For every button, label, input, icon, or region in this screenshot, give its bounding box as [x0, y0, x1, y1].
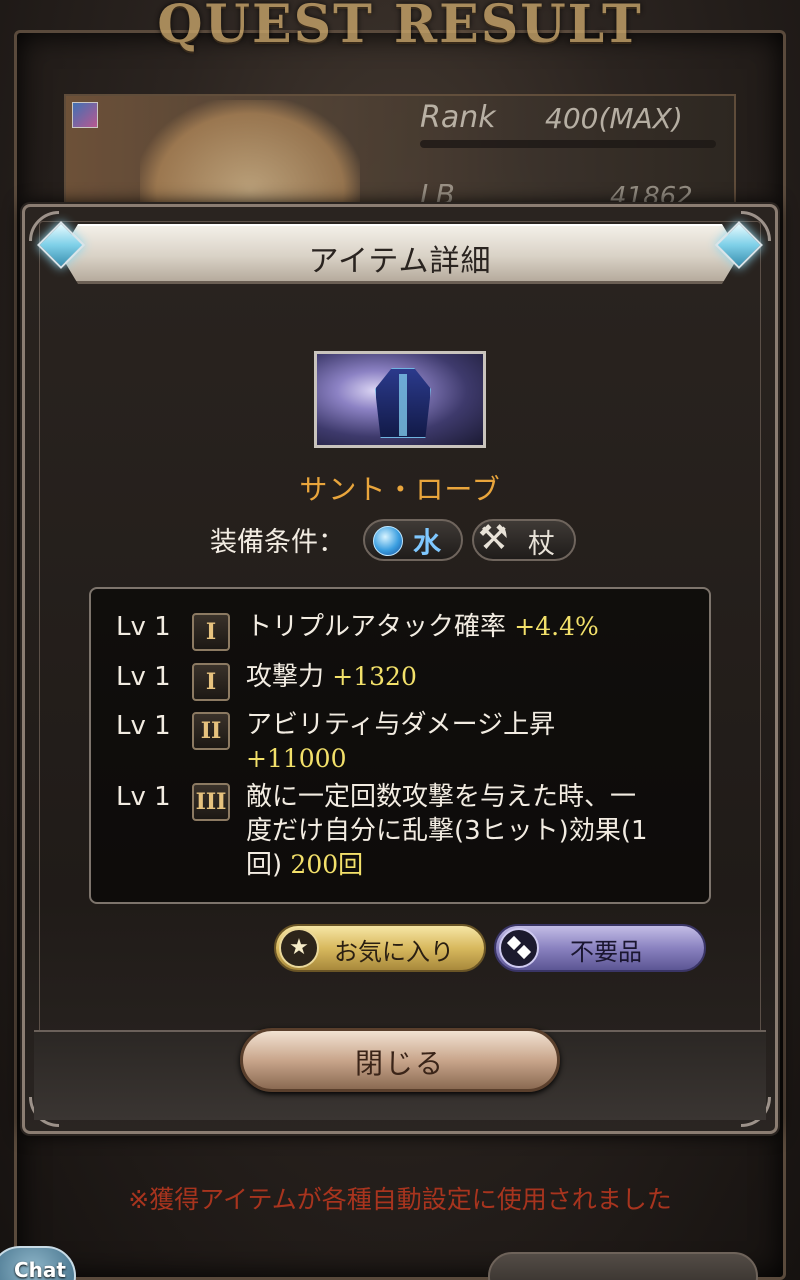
- weapon-label: 杖: [528, 529, 555, 560]
- skill-tier-badge: I: [192, 613, 230, 651]
- item-image: [314, 351, 486, 448]
- skill-name-line-end: 回): [246, 850, 283, 880]
- rank-bar: [420, 140, 716, 148]
- auto-setting-button[interactable]: [488, 1252, 758, 1280]
- water-element-icon: [373, 526, 403, 556]
- class-badge-icon: [72, 102, 98, 128]
- skill-name: アビリティ与ダメージ上昇: [246, 710, 556, 740]
- quest-result-title: QUEST RESULT: [157, 0, 643, 55]
- skill-name: 攻撃力: [246, 662, 325, 692]
- staff-icon: ⚒: [478, 518, 509, 558]
- close-label[interactable]: 閉じる: [240, 1042, 560, 1082]
- rank-value: 400(MAX): [545, 102, 683, 135]
- star-icon[interactable]: ★: [279, 928, 319, 968]
- skill-row: トリプルアタック確率 +4.4%: [246, 610, 599, 644]
- equip-condition-label: 装備条件：: [210, 527, 345, 558]
- skill-level: Lv 1: [116, 782, 171, 812]
- robe-trim: [399, 374, 407, 436]
- skill-value: 200回: [290, 850, 364, 879]
- item-name: サント・ローブ: [299, 473, 501, 506]
- skill-level: Lv 1: [116, 662, 171, 692]
- element-label: 水: [413, 526, 442, 559]
- dialog-title: アイテム詳細: [308, 244, 492, 279]
- skill-row: 攻撃力 +1320: [246, 660, 417, 694]
- auto-setting-notice: ※獲得アイテムが各種自動設定に使用されました: [128, 1185, 672, 1214]
- skill-name: トリプルアタック確率: [246, 612, 507, 642]
- skill-name-line: 敵に一定回数攻撃を与えた時、一: [246, 782, 637, 812]
- skill-tier-badge: III: [192, 783, 230, 821]
- skill-row: 敵に一定回数攻撃を与えた時、一 度だけ自分に乱撃(3ヒット)効果(1 回) 20…: [246, 780, 648, 882]
- skill-value: +4.4%: [514, 612, 599, 641]
- skill-name-line: 回) 200回: [246, 848, 648, 882]
- chat-label[interactable]: Chat: [14, 1258, 66, 1280]
- skill-tier-badge: I: [192, 663, 230, 701]
- skill-tier-badge: II: [192, 712, 230, 750]
- skill-level: Lv 1: [116, 612, 171, 642]
- junk-icon[interactable]: [499, 928, 539, 968]
- skill-name-line: 度だけ自分に乱撃(3ヒット)効果(1: [246, 816, 648, 846]
- skill-row: アビリティ与ダメージ上昇 +11000: [246, 708, 555, 776]
- skill-level: Lv 1: [116, 711, 171, 741]
- junk-label[interactable]: 不要品: [570, 932, 642, 967]
- skill-value: +1320: [332, 662, 417, 691]
- favorite-label[interactable]: お気に入り: [334, 932, 454, 967]
- skill-value: +11000: [246, 744, 347, 773]
- rank-label: Rank: [420, 100, 496, 135]
